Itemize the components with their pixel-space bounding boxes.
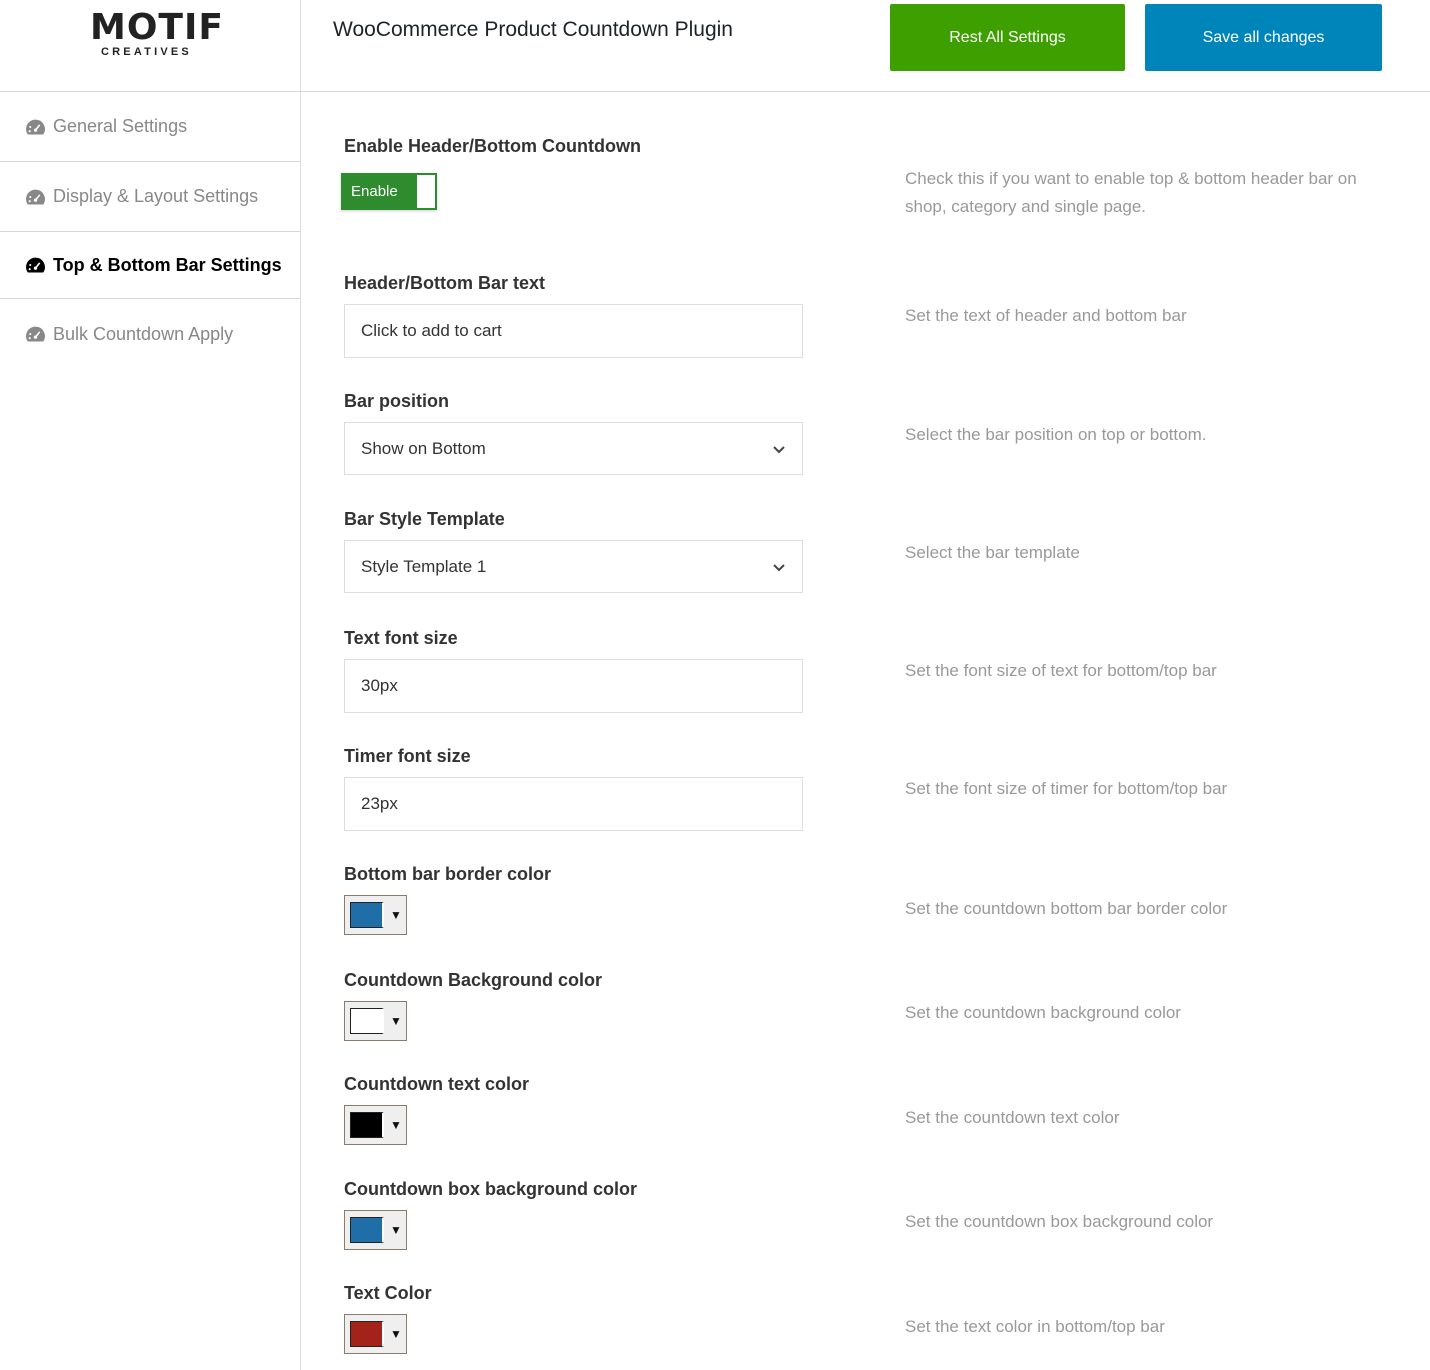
toggle-label: Enable [351, 183, 398, 200]
background-color-field: Countdown Background color ▼ [344, 970, 602, 1041]
help-text: Set the countdown box background color [905, 1212, 1214, 1231]
border-color-field: Bottom bar border color ▼ [344, 864, 551, 935]
chevron-down-icon [773, 445, 785, 453]
text-font-size-field: Text font size [344, 628, 803, 713]
color-swatch [350, 902, 384, 928]
field-label: Bar Style Template [344, 509, 505, 529]
logo-sub-text: CREATIVES [101, 46, 192, 58]
bar-position-field: Bar position Show on Bottom [344, 391, 803, 475]
dropdown-arrow-icon: ▼ [390, 1014, 402, 1028]
color-swatch [350, 1008, 384, 1034]
sidebar: General Settings Display & Layout Settin… [0, 92, 300, 369]
text-font-size-input[interactable] [344, 659, 803, 713]
enable-toggle[interactable]: Enable [341, 173, 437, 210]
dashboard-icon [26, 326, 45, 342]
help-text: Set the countdown bottom bar border colo… [905, 899, 1228, 918]
top-header: MOTIF CREATIVES WooCommerce Product Coun… [0, 0, 1430, 92]
bar-text-input[interactable] [344, 304, 803, 358]
sidebar-item-bulk-countdown[interactable]: Bulk Countdown Apply [0, 299, 300, 369]
save-changes-button[interactable]: Save all changes [1145, 4, 1382, 71]
help-text: Set the text of header and bottom bar [905, 306, 1187, 325]
dashboard-icon [26, 119, 45, 135]
chevron-down-icon [773, 563, 785, 571]
field-label: Bar position [344, 391, 450, 411]
border-color-picker[interactable]: ▼ [344, 895, 407, 935]
field-label: Enable Header/Bottom Countdown [344, 136, 641, 156]
timer-font-size-input[interactable] [344, 777, 803, 831]
bar-style-field: Bar Style Template Style Template 1 [344, 509, 803, 593]
enable-countdown-field: Enable Header/Bottom Countdown Enable [341, 136, 641, 210]
background-color-picker[interactable]: ▼ [344, 1001, 407, 1041]
color-swatch [350, 1217, 384, 1243]
dashboard-icon [26, 257, 45, 273]
page-title: WooCommerce Product Countdown Plugin [333, 18, 733, 41]
field-label: Timer font size [344, 746, 471, 766]
help-text: Set the text color in bottom/top bar [905, 1317, 1165, 1336]
text-color-picker[interactable]: ▼ [344, 1105, 407, 1145]
help-text: Select the bar template [905, 543, 1080, 562]
color-swatch [350, 1112, 384, 1138]
field-label: Bottom bar border color [344, 864, 552, 884]
sidebar-item-label: Top & Bottom Bar Settings [53, 254, 282, 275]
sidebar-item-display-layout[interactable]: Display & Layout Settings [0, 162, 300, 232]
text-color-field: Countdown text color ▼ [344, 1074, 529, 1145]
dropdown-arrow-icon: ▼ [390, 1327, 402, 1341]
bar-style-select[interactable]: Style Template 1 [344, 540, 803, 593]
logo: MOTIF CREATIVES [0, 0, 300, 91]
box-background-color-field: Countdown box background color ▼ [344, 1179, 637, 1250]
dashboard-icon [26, 189, 45, 205]
dropdown-arrow-icon: ▼ [390, 908, 402, 922]
field-label: Text Color [344, 1283, 432, 1303]
field-label: Countdown Background color [344, 970, 602, 990]
field-label: Countdown text color [344, 1074, 529, 1094]
bar-text-color-picker[interactable]: ▼ [344, 1314, 407, 1354]
help-text: Set the countdown text color [905, 1108, 1120, 1127]
timer-font-size-field: Timer font size [344, 746, 803, 831]
sidebar-item-label: General Settings [53, 116, 188, 136]
dropdown-arrow-icon: ▼ [390, 1223, 402, 1237]
select-value: Show on Bottom [361, 438, 486, 458]
sidebar-item-general[interactable]: General Settings [0, 92, 300, 162]
bar-position-select[interactable]: Show on Bottom [344, 422, 803, 475]
help-text: Set the font size of text for bottom/top… [905, 661, 1217, 680]
box-background-color-picker[interactable]: ▼ [344, 1210, 407, 1250]
sidebar-divider [300, 0, 301, 1370]
help-text: Set the countdown background color [905, 1003, 1181, 1022]
toggle-knob [417, 175, 435, 208]
help-text: Check this if you want to enable top & b… [905, 169, 1357, 216]
field-label: Header/Bottom Bar text [344, 273, 546, 293]
bar-text-color-field: Text Color ▼ [344, 1283, 432, 1354]
field-label: Text font size [344, 628, 458, 648]
color-swatch [350, 1321, 384, 1347]
help-text: Set the font size of timer for bottom/to… [905, 779, 1228, 798]
field-label: Countdown box background color [344, 1179, 637, 1199]
sidebar-item-label: Bulk Countdown Apply [53, 323, 234, 344]
sidebar-item-top-bottom-bar[interactable]: Top & Bottom Bar Settings [0, 232, 300, 299]
bar-text-field: Header/Bottom Bar text [344, 273, 803, 358]
logo-main-text: MOTIF [90, 7, 224, 48]
dropdown-arrow-icon: ▼ [390, 1118, 402, 1132]
help-text: Select the bar position on top or bottom… [905, 425, 1207, 444]
reset-settings-button[interactable]: Rest All Settings [890, 4, 1125, 71]
sidebar-item-label: Display & Layout Settings [53, 186, 259, 206]
select-value: Style Template 1 [361, 556, 487, 576]
